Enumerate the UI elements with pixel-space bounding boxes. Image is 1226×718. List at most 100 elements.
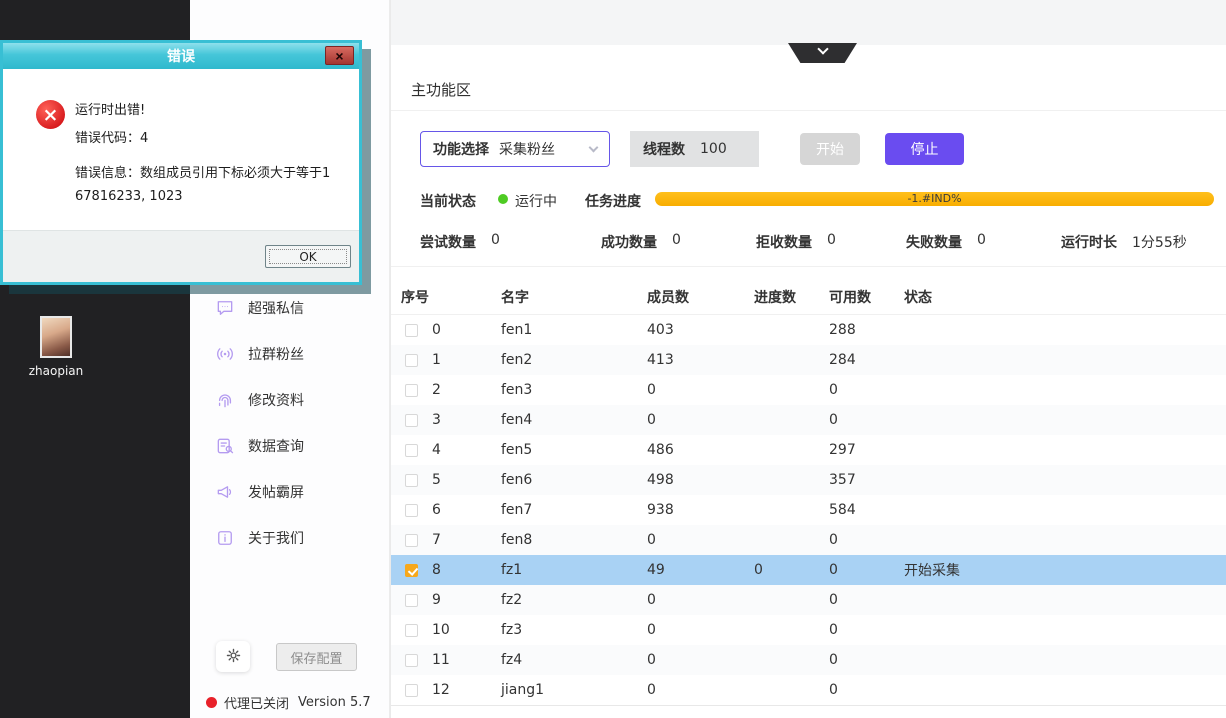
- sidebar-item-edit-profile[interactable]: 修改资料: [190, 377, 389, 423]
- sidebar-item-data-query[interactable]: 数据查询: [190, 423, 389, 469]
- row-checkbox[interactable]: [405, 474, 418, 487]
- table-row[interactable]: 2 fen3 0 0: [391, 375, 1226, 405]
- thread-count-input[interactable]: 线程数 100: [630, 131, 759, 167]
- photo-thumbnail[interactable]: [40, 316, 72, 358]
- row-members: 0: [647, 532, 754, 548]
- row-available: 284: [829, 352, 904, 368]
- dialog-titlebar[interactable]: 错误 ×: [3, 43, 359, 69]
- row-checkbox[interactable]: [405, 654, 418, 667]
- table-row[interactable]: 10 fz3 0 0: [391, 615, 1226, 645]
- row-available: 0: [829, 562, 904, 578]
- row-id: 12: [432, 682, 501, 698]
- row-checkbox-cell: [391, 324, 432, 337]
- close-icon[interactable]: ×: [325, 46, 354, 65]
- counter-value: 0: [672, 232, 681, 252]
- table-row[interactable]: 5 fen6 498 357: [391, 465, 1226, 495]
- row-available: 288: [829, 322, 904, 338]
- row-checkbox[interactable]: [405, 564, 418, 577]
- row-name: fen2: [501, 352, 647, 368]
- table-body: 0 fen1 403 288 1 fen2 413 284 2 fen3 0 0…: [391, 315, 1226, 705]
- row-members: 0: [647, 652, 754, 668]
- row-name: fen6: [501, 472, 647, 488]
- table-header: 序号 名字 成员数 进度数 可用数 状态: [391, 280, 1226, 315]
- row-name: fen7: [501, 502, 647, 518]
- row-checkbox-cell: [391, 654, 432, 667]
- sidebar-item-label: 拉群粉丝: [248, 344, 304, 364]
- function-select-dropdown[interactable]: 功能选择 采集粉丝: [420, 131, 610, 167]
- row-members: 0: [647, 622, 754, 638]
- row-available: 584: [829, 502, 904, 518]
- table-row[interactable]: 3 fen4 0 0: [391, 405, 1226, 435]
- page-title: 主功能区: [411, 79, 471, 100]
- row-checkbox[interactable]: [405, 594, 418, 607]
- row-available: 0: [829, 622, 904, 638]
- stop-button[interactable]: 停止: [885, 133, 964, 165]
- row-id: 7: [432, 532, 501, 548]
- row-available: 0: [829, 682, 904, 698]
- error-line-3: 错误信息：数组成员引用下标必须大于等于1: [75, 162, 330, 181]
- error-icon: ×: [36, 100, 65, 129]
- sidebar-item-label: 发帖霸屏: [248, 482, 304, 502]
- collapse-panel-handle[interactable]: [788, 43, 857, 63]
- broadcast-icon: [215, 344, 235, 364]
- row-id: 8: [432, 562, 501, 578]
- row-available: 0: [829, 652, 904, 668]
- sidebar-item-about-us[interactable]: 关于我们: [190, 515, 389, 561]
- row-checkbox-cell: [391, 444, 432, 457]
- row-name: fz3: [501, 622, 647, 638]
- sidebar-item-post-flood[interactable]: 发帖霸屏: [190, 469, 389, 515]
- save-config-button[interactable]: 保存配置: [276, 643, 357, 671]
- sidebar-item-pull-group-fans[interactable]: 拉群粉丝: [190, 331, 389, 377]
- row-checkbox-cell: [391, 414, 432, 427]
- ok-button[interactable]: OK: [265, 245, 351, 268]
- row-checkbox[interactable]: [405, 444, 418, 457]
- column-header-progress: 进度数: [754, 287, 829, 307]
- row-checkbox[interactable]: [405, 504, 418, 517]
- dialog-footer: OK: [3, 230, 359, 282]
- photo-thumbnail-label: zhaopian: [0, 364, 112, 378]
- dialog-title: 错误: [167, 46, 195, 66]
- table-row[interactable]: 1 fen2 413 284: [391, 345, 1226, 375]
- table-row[interactable]: 7 fen8 0 0: [391, 525, 1226, 555]
- chevron-down-icon: [589, 142, 599, 152]
- divider: [391, 266, 1226, 267]
- row-members: 938: [647, 502, 754, 518]
- divider: [391, 110, 1226, 111]
- row-name: fen3: [501, 382, 647, 398]
- table-row[interactable]: 0 fen1 403 288: [391, 315, 1226, 345]
- table-row[interactable]: 4 fen5 486 297: [391, 435, 1226, 465]
- row-members: 49: [647, 562, 754, 578]
- table-row[interactable]: 12 jiang1 0 0: [391, 675, 1226, 705]
- row-available: 0: [829, 592, 904, 608]
- row-checkbox[interactable]: [405, 414, 418, 427]
- counter-value: 1分55秒: [1132, 232, 1187, 252]
- row-checkbox[interactable]: [405, 354, 418, 367]
- row-checkbox[interactable]: [405, 624, 418, 637]
- row-members: 498: [647, 472, 754, 488]
- sidebar-item-private-message[interactable]: 超强私信: [190, 285, 389, 331]
- settings-button[interactable]: [216, 641, 250, 672]
- row-id: 11: [432, 652, 501, 668]
- megaphone-icon: [215, 482, 235, 502]
- row-checkbox[interactable]: [405, 534, 418, 547]
- row-checkbox[interactable]: [405, 324, 418, 337]
- row-id: 9: [432, 592, 501, 608]
- table-row[interactable]: 11 fz4 0 0: [391, 645, 1226, 675]
- counter-label: 成功数量: [601, 232, 657, 252]
- info-icon: [215, 528, 235, 548]
- row-checkbox[interactable]: [405, 384, 418, 397]
- sidebar-menu: 超强私信 拉群粉丝 修改资料 数据查询 发帖霸屏: [190, 285, 389, 561]
- sidebar-item-label: 关于我们: [248, 528, 304, 548]
- row-members: 403: [647, 322, 754, 338]
- row-checkbox[interactable]: [405, 684, 418, 697]
- proxy-status: 代理已关闭 Version 5.7: [206, 693, 371, 712]
- row-name: fz1: [501, 562, 647, 578]
- row-checkbox-cell: [391, 684, 432, 697]
- table-row[interactable]: 9 fz2 0 0: [391, 585, 1226, 615]
- table-row[interactable]: 6 fen7 938 584: [391, 495, 1226, 525]
- sidebar-item-label: 数据查询: [248, 436, 304, 456]
- row-id: 0: [432, 322, 501, 338]
- running-dot-icon: [498, 194, 508, 204]
- table-row[interactable]: 8 fz1 49 0 0 开始采集: [391, 555, 1226, 585]
- start-button[interactable]: 开始: [800, 133, 860, 165]
